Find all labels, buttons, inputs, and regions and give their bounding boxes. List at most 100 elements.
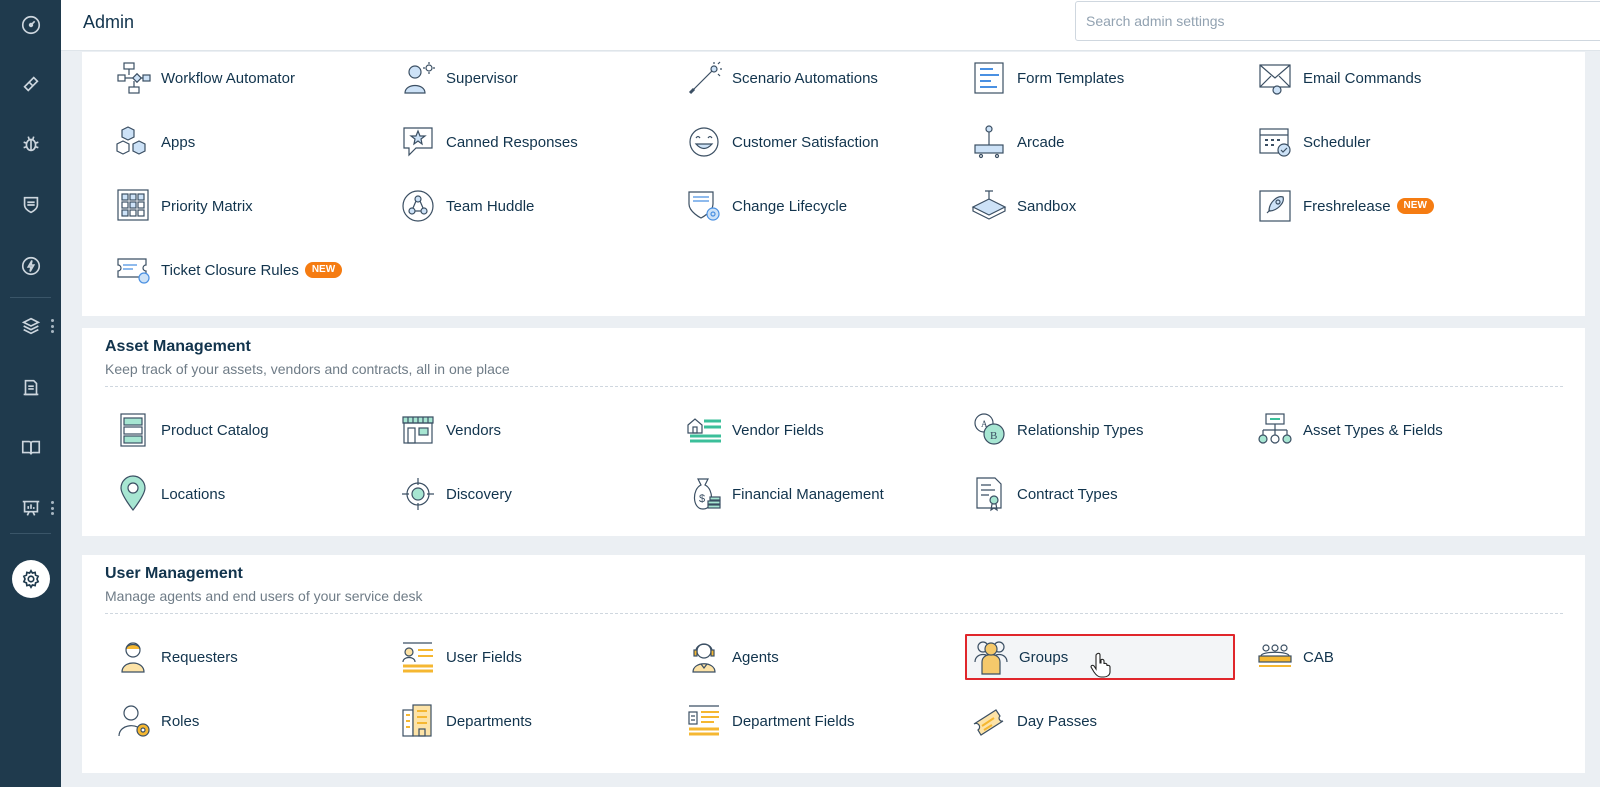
ticket-closure-icon <box>115 251 153 289</box>
search-input[interactable] <box>1075 1 1600 41</box>
section-description: Keep track of your assets, vendors and c… <box>105 361 510 377</box>
map-pin-icon <box>115 475 153 513</box>
dashboard-icon[interactable] <box>0 3 61 47</box>
departments-tile[interactable]: Departments <box>400 701 670 741</box>
tile-label: Team Huddle <box>446 197 535 215</box>
tickets-icon[interactable] <box>0 62 61 106</box>
user-fields-tile[interactable]: User Fields <box>400 637 670 677</box>
tile-label: Groups <box>1019 648 1069 666</box>
contract-types-tile[interactable]: Contract Types <box>971 474 1241 514</box>
vendor-fields-tile[interactable]: Vendor Fields <box>686 410 956 450</box>
vendor-fields-icon <box>686 411 724 449</box>
change-lifecycle-tile[interactable]: Change Lifecycle <box>686 186 956 226</box>
vendors-tile[interactable]: Vendors <box>400 410 670 450</box>
ticket-closure-rules-tile[interactable]: Ticket Closure Rules NEW <box>115 250 385 290</box>
tile-label: Vendor Fields <box>732 421 824 439</box>
section-divider <box>105 386 1563 387</box>
scenario-automations-tile[interactable]: Scenario Automations <box>686 58 956 98</box>
cab-board-icon <box>1257 638 1295 676</box>
priority-matrix-tile[interactable]: Priority Matrix <box>115 186 385 226</box>
tile-label: Priority Matrix <box>161 197 253 215</box>
problems-icon[interactable] <box>0 122 61 166</box>
shield-gear-icon <box>686 187 724 225</box>
store-icon <box>400 411 438 449</box>
canned-response-icon <box>400 123 438 161</box>
tile-label: Asset Types & Fields <box>1303 421 1443 439</box>
relationship-types-tile[interactable]: AB Relationship Types <box>971 410 1241 450</box>
section-divider <box>105 613 1563 614</box>
workflow-automator-tile[interactable]: Workflow Automator <box>115 58 385 98</box>
tile-label: Canned Responses <box>446 133 578 151</box>
apps-tile[interactable]: Apps <box>115 122 385 162</box>
sandbox-tile[interactable]: Sandbox <box>971 186 1241 226</box>
tile-label: Requesters <box>161 648 238 666</box>
tile-label: User Fields <box>446 648 522 666</box>
agents-tile[interactable]: Agents <box>686 637 956 677</box>
tile-label: Scheduler <box>1303 133 1371 151</box>
agent-headset-icon <box>686 638 724 676</box>
knowledge-base-icon[interactable] <box>0 426 61 470</box>
more-options-icon[interactable] <box>50 501 54 515</box>
releases-icon[interactable] <box>0 244 61 288</box>
department-fields-icon <box>686 702 724 740</box>
tile-label: Contract Types <box>1017 485 1118 503</box>
flowchart-icon <box>115 59 153 97</box>
day-passes-tile[interactable]: Day Passes <box>971 701 1241 741</box>
tile-label: Workflow Automator <box>161 69 295 87</box>
roles-tile[interactable]: Roles <box>115 701 385 741</box>
department-fields-tile[interactable]: Department Fields <box>686 701 956 741</box>
apps-cubes-icon <box>115 123 153 161</box>
user-fields-icon <box>400 638 438 676</box>
hand-pointer-cursor-icon <box>1090 652 1112 678</box>
joystick-icon <box>971 123 1009 161</box>
scheduler-tile[interactable]: Scheduler <box>1257 122 1527 162</box>
role-person-gear-icon <box>115 702 153 740</box>
solutions-icon[interactable] <box>0 366 61 410</box>
page-title: Admin <box>83 12 135 32</box>
grid-matrix-icon <box>115 187 153 225</box>
team-huddle-icon <box>400 187 438 225</box>
customer-satisfaction-tile[interactable]: Customer Satisfaction <box>686 122 956 162</box>
locations-tile[interactable]: Locations <box>115 474 385 514</box>
changes-icon[interactable] <box>0 183 61 227</box>
form-templates-tile[interactable]: Form Templates <box>971 58 1241 98</box>
tile-label: Supervisor <box>446 69 518 87</box>
tile-label: Sandbox <box>1017 197 1077 215</box>
relationship-icon: AB <box>971 411 1009 449</box>
requesters-tile[interactable]: Requesters <box>115 637 385 677</box>
tile-label: Apps <box>161 133 196 151</box>
nav-separator <box>10 533 51 534</box>
tile-label: CAB <box>1303 648 1334 666</box>
asset-types-fields-tile[interactable]: Asset Types & Fields <box>1257 410 1527 450</box>
sandbox-icon <box>971 187 1009 225</box>
email-commands-tile[interactable]: Email Commands <box>1257 58 1527 98</box>
freshrelease-tile[interactable]: Freshrelease NEW <box>1257 186 1527 226</box>
arcade-tile[interactable]: Arcade <box>971 122 1241 162</box>
discovery-tile[interactable]: Discovery <box>400 474 670 514</box>
tile-label: Scenario Automations <box>732 69 878 87</box>
more-options-icon[interactable] <box>50 319 54 333</box>
tile-label: Roles <box>161 712 200 730</box>
supervisor-tile[interactable]: Supervisor <box>400 58 670 98</box>
active-indicator <box>11 560 50 598</box>
target-icon <box>400 475 438 513</box>
cab-tile[interactable]: CAB <box>1257 637 1527 677</box>
tile-label: Customer Satisfaction <box>732 133 879 151</box>
admin-gear-icon[interactable] <box>0 557 61 601</box>
user-management-section: User Management Manage agents and end us… <box>82 555 1585 773</box>
team-huddle-tile[interactable]: Team Huddle <box>400 186 670 226</box>
smiley-icon <box>686 123 724 161</box>
svg-text:$: $ <box>699 493 705 505</box>
supervisor-icon <box>400 59 438 97</box>
tile-label: Freshrelease <box>1303 197 1391 215</box>
product-catalog-tile[interactable]: Product Catalog <box>115 410 385 450</box>
tile-label: Vendors <box>446 421 502 439</box>
tile-label: Department Fields <box>732 712 855 730</box>
requester-person-icon <box>115 638 153 676</box>
financial-management-tile[interactable]: $ Financial Management <box>686 474 956 514</box>
new-badge: NEW <box>1396 198 1434 214</box>
new-badge: NEW <box>304 262 343 278</box>
tile-label: Departments <box>446 712 532 730</box>
canned-responses-tile[interactable]: Canned Responses <box>400 122 670 162</box>
contract-icon <box>971 475 1009 513</box>
